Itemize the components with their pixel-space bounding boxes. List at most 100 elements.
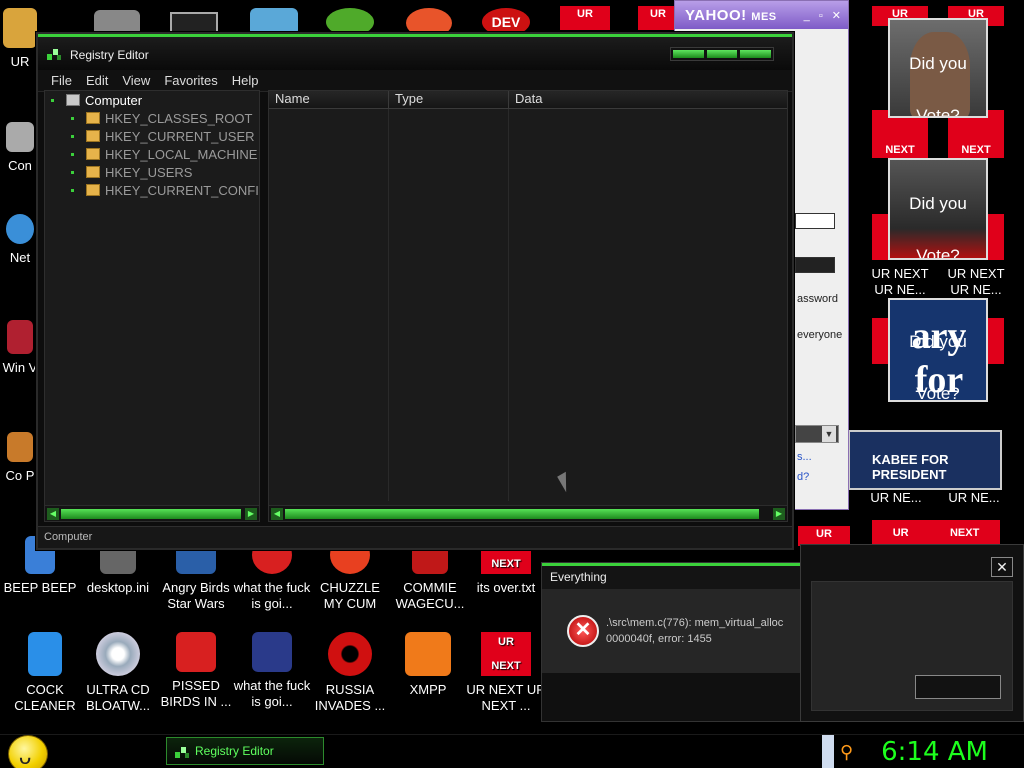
scrollbar-thumb[interactable] xyxy=(285,509,759,519)
vote-poster[interactable]: ary for Did you Vote? xyxy=(888,298,988,402)
expander-icon[interactable] xyxy=(71,117,74,120)
desktop-icon-winrar[interactable]: Win V xyxy=(0,320,40,376)
desktop-icon-label: desktop.ini xyxy=(86,580,150,595)
search-tray-icon[interactable]: ⚲ xyxy=(840,742,853,763)
tree-item-hkey-classes-root[interactable]: HKEY_CLASSES_ROOT xyxy=(71,111,252,126)
desktop-icon-label: RUSSIA INVADES ... xyxy=(314,682,386,713)
tree-item-hkey-users[interactable]: HKEY_USERS xyxy=(71,165,192,180)
dialog-button[interactable] xyxy=(915,675,1001,699)
window-controls-icon[interactable]: _ ▫ ✕ xyxy=(804,9,844,22)
error-message-line: 0000040f, error: 1455 xyxy=(606,633,712,645)
huckabee-banner[interactable]: KABEE FOR PRESIDENT xyxy=(848,430,1002,490)
desktop-icon-label: COCK CLEANER xyxy=(14,682,76,713)
menu-help[interactable]: Help xyxy=(225,70,266,91)
menu-view[interactable]: View xyxy=(115,70,157,91)
column-header-data[interactable]: Data xyxy=(509,91,787,109)
menu-favorites[interactable]: Favorites xyxy=(157,70,224,91)
everything-error-dialog[interactable]: Everything ✕ .\src\mem.c(776): mem_virtu… xyxy=(541,562,807,722)
ur-next-tile[interactable]: UR xyxy=(638,6,678,30)
ur-next-tile[interactable]: UR NEXT xyxy=(872,520,1000,546)
menu-file[interactable]: File xyxy=(44,70,79,91)
desktop-icon-label: COMMIE WAGECU... xyxy=(395,580,465,611)
close-icon[interactable]: ✕ xyxy=(991,557,1013,577)
desktop-icon-control[interactable]: Con xyxy=(0,122,40,174)
vote-poster[interactable]: Did you Vote? xyxy=(888,158,988,260)
expander-icon[interactable] xyxy=(71,189,74,192)
tree-horizontal-scrollbar[interactable]: ◀ ▶ xyxy=(45,505,259,521)
folder-icon xyxy=(86,112,100,124)
scroll-right-icon[interactable]: ▶ xyxy=(245,508,257,520)
desktop-icon-network[interactable]: Net xyxy=(0,214,40,266)
close-button[interactable] xyxy=(740,50,772,58)
tile-label: NEXT xyxy=(961,144,991,156)
yahoo-password-field[interactable] xyxy=(795,257,835,273)
tile-label: UR xyxy=(498,636,514,648)
desktop: UR DEV UR UR Con Net Win V Co P BEEP BEE… xyxy=(0,0,1024,768)
taskbar-item-registry-editor[interactable]: Registry Editor xyxy=(166,737,324,765)
column-header-type[interactable]: Type xyxy=(389,91,509,109)
desktop-icon-ultra-cd[interactable]: ULTRA CD BLOATW... xyxy=(78,632,158,714)
dialog-title-bar[interactable]: Everything xyxy=(542,563,806,589)
desktop-icon-label: ULTRA CD BLOATW... xyxy=(85,682,151,713)
taskbar: Registry Editor ⚲ 6:14 AM xyxy=(0,734,1024,768)
desktop-icon-label: UR NE... xyxy=(950,282,1002,297)
poster-text: Did you Vote? xyxy=(909,194,967,260)
tray-expand-icon[interactable] xyxy=(822,735,834,768)
angry-bird-icon xyxy=(176,632,216,672)
scrollbar-thumb[interactable] xyxy=(61,509,241,519)
vote-poster[interactable]: Did you Vote? xyxy=(888,18,988,118)
scroll-right-icon[interactable]: ▶ xyxy=(773,508,785,520)
status-dropdown[interactable]: ▼ xyxy=(795,425,839,443)
blank-dialog[interactable]: ✕ xyxy=(800,544,1024,722)
tree-item-label: HKEY_CLASSES_ROOT xyxy=(105,111,253,126)
expander-icon[interactable] xyxy=(71,153,74,156)
desktop-icon-what-the-2[interactable]: what the fuck is goi... xyxy=(232,632,312,710)
ur-next-label[interactable]: UR NEXT UR NE... xyxy=(860,266,940,298)
desktop-icon-label: UR xyxy=(10,54,30,69)
expander-icon[interactable] xyxy=(51,99,54,102)
desktop-icon-cp[interactable]: Co P xyxy=(0,432,40,484)
desktop-icon-russia[interactable]: RUSSIA INVADES ... xyxy=(310,632,390,714)
ur-next-label[interactable]: UR NE... xyxy=(934,490,1014,506)
taskbar-clock[interactable]: 6:14 AM xyxy=(881,737,988,767)
ur-next-tile[interactable]: UR xyxy=(798,526,850,546)
desktop-icon-label: its over.txt xyxy=(476,580,536,595)
desktop-icon-top-left[interactable]: UR xyxy=(0,8,40,70)
registry-editor-window[interactable]: Registry Editor File Edit View Favorites… xyxy=(36,32,794,550)
tree-item-hkey-current-config[interactable]: HKEY_CURRENT_CONFI xyxy=(71,183,259,198)
yahoo-link[interactable]: d? xyxy=(797,471,809,483)
start-button-smiley-icon[interactable] xyxy=(8,735,48,768)
window-title: Registry Editor xyxy=(70,48,149,62)
desktop-icon-cock-cleaner[interactable]: COCK CLEANER xyxy=(5,632,85,714)
desktop-icon-label: XMPP xyxy=(409,682,447,697)
expander-icon[interactable] xyxy=(71,135,74,138)
desktop-icon-ur-next[interactable]: UR NEXT UR NEXT UR NEXT ... xyxy=(466,632,546,714)
registry-values-pane[interactable]: Name Type Data ◀ ▶ xyxy=(268,90,788,522)
desktop-icon-label: what the fuck is goi... xyxy=(233,678,311,709)
values-horizontal-scrollbar[interactable]: ◀ ▶ xyxy=(269,505,787,521)
yahoo-link[interactable]: s... xyxy=(797,451,812,463)
tree-item-hkey-local-machine[interactable]: HKEY_LOCAL_MACHINE xyxy=(71,147,257,162)
registry-tree-pane[interactable]: Computer HKEY_CLASSES_ROOT HKEY_CURRENT_… xyxy=(44,90,260,522)
scroll-left-icon[interactable]: ◀ xyxy=(47,508,59,520)
maximize-button[interactable] xyxy=(706,50,738,58)
registry-editor-icon xyxy=(47,49,61,60)
menu-edit[interactable]: Edit xyxy=(79,70,115,91)
tree-item-computer[interactable]: Computer xyxy=(51,93,142,108)
desktop-icon-pissed-birds[interactable]: PISSED BIRDS IN ... xyxy=(156,632,236,710)
regedit-title-bar[interactable]: Registry Editor xyxy=(38,34,792,70)
ur-next-label[interactable]: UR NEXT UR NE... xyxy=(936,266,1016,298)
desktop-icon-label: Win V xyxy=(2,360,38,375)
scroll-left-icon[interactable]: ◀ xyxy=(271,508,283,520)
registry-editor-icon xyxy=(175,747,189,758)
expander-icon[interactable] xyxy=(71,171,74,174)
ur-next-label[interactable]: UR NE... xyxy=(856,490,936,506)
yahoo-id-field[interactable] xyxy=(795,213,835,229)
column-header-label: Name xyxy=(275,91,310,106)
column-header-name[interactable]: Name xyxy=(269,91,389,109)
ur-next-tile[interactable]: UR xyxy=(560,6,610,30)
desktop-icon-xmpp[interactable]: XMPP xyxy=(388,632,468,698)
minimize-button[interactable] xyxy=(673,50,704,58)
tree-item-hkey-current-user[interactable]: HKEY_CURRENT_USER xyxy=(71,129,255,144)
desktop-icon-label: Con xyxy=(8,158,32,173)
